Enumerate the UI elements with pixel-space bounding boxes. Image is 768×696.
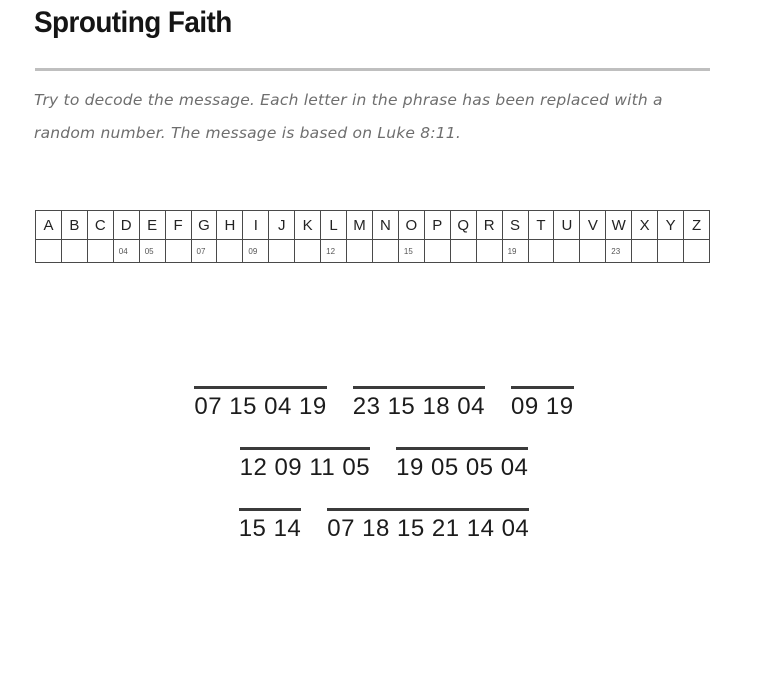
cipher-letter-cell-z: Z	[683, 210, 710, 240]
cipher-letter-cell-b: B	[60, 210, 88, 240]
cipher-letter-cell-g: G	[190, 210, 218, 240]
cipher-number-row: 04 05 07 09 12 15 19 23	[35, 239, 710, 263]
cipher-number-cell-l[interactable]: 12	[320, 239, 348, 263]
cipher-letter-cell-o: O	[397, 210, 425, 240]
puzzle-word-group: 07 15 04 19	[194, 386, 327, 423]
cipher-letter-cell-f: F	[164, 210, 192, 240]
cipher-number-cell-t[interactable]	[527, 239, 555, 263]
cipher-letter-cell-w: W	[605, 210, 633, 240]
cipher-number-cell-m[interactable]	[346, 239, 373, 263]
cipher-letter-cell-u: U	[553, 210, 581, 240]
cipher-letter-cell-d: D	[112, 210, 140, 240]
cipher-number-cell-h[interactable]	[216, 239, 244, 263]
cipher-number-cell-a[interactable]	[35, 239, 62, 263]
cipher-letter-cell-s: S	[501, 210, 529, 240]
cipher-number-cell-n[interactable]	[371, 239, 399, 263]
puzzle-word-group: 23 15 18 04	[352, 386, 486, 423]
cipher-letter-cell-q: Q	[449, 210, 477, 240]
cipher-letter-cell-m: M	[346, 210, 373, 240]
cipher-letter-cell-a: A	[35, 210, 62, 240]
cipher-number-cell-s[interactable]: 19	[501, 239, 529, 263]
instructions-text: Try to decode the message. Each letter i…	[34, 91, 663, 142]
page-title: Sprouting Faith	[34, 6, 232, 39]
cipher-letter-cell-x: X	[631, 210, 659, 240]
cipher-letter-cell-e: E	[138, 210, 166, 240]
cipher-key-table: ABCDEFGHIJKLMNOPQRSTUVWXYZ 04 05 07 09 12 15 1…	[35, 210, 710, 263]
cipher-letter-row: ABCDEFGHIJKLMNOPQRSTUVWXYZ	[35, 210, 710, 240]
worksheet-page: Sprouting Faith Try to decode the messag…	[0, 0, 768, 696]
puzzle-line: 07 15 04 19 23 15 18 04 09 19	[0, 386, 768, 423]
cipher-number-cell-z[interactable]	[683, 239, 710, 263]
cipher-number-cell-y[interactable]	[657, 239, 685, 263]
cipher-letter-cell-c: C	[86, 210, 114, 240]
puzzle-word-group: 15 14	[238, 508, 302, 545]
puzzle-word-group: 12 09 11 05	[239, 447, 371, 484]
cipher-number-cell-d[interactable]: 04	[112, 239, 140, 263]
cipher-number-cell-v[interactable]	[579, 239, 607, 263]
cipher-letter-cell-n: N	[371, 210, 399, 240]
puzzle-word-group: 09 19	[511, 386, 574, 423]
cipher-number-cell-i[interactable]: 09	[242, 239, 270, 263]
puzzle-word-group: 19 05 05 04	[396, 447, 529, 484]
cipher-number-cell-f[interactable]	[164, 239, 192, 263]
puzzle-line: 12 09 11 05 19 05 05 04	[0, 447, 768, 484]
cipher-number-cell-w[interactable]: 23	[605, 239, 633, 263]
cipher-number-cell-e[interactable]: 05	[138, 239, 166, 263]
cipher-letter-cell-l: L	[320, 210, 348, 240]
cipher-number-cell-x[interactable]	[631, 239, 659, 263]
puzzle-line: 15 14 07 18 15 21 14 04	[0, 508, 768, 545]
cipher-letter-cell-r: R	[475, 210, 503, 240]
cipher-letter-cell-t: T	[527, 210, 555, 240]
cipher-number-cell-c[interactable]	[86, 239, 114, 263]
cipher-letter-cell-i: I	[242, 210, 270, 240]
puzzle-lines: 07 15 04 19 23 15 18 04 09 19 12 09 11 05 19…	[0, 386, 768, 569]
cipher-letter-cell-y: Y	[657, 210, 685, 240]
cipher-letter-cell-h: H	[216, 210, 244, 240]
cipher-number-cell-g[interactable]: 07	[190, 239, 218, 263]
cipher-letter-cell-p: P	[423, 210, 451, 240]
cipher-number-cell-b[interactable]	[60, 239, 88, 263]
puzzle-word-group: 07 18 15 21 14 04	[327, 508, 530, 545]
cipher-number-cell-j[interactable]	[268, 239, 296, 263]
header-divider	[35, 68, 710, 71]
cipher-number-cell-o[interactable]: 15	[397, 239, 425, 263]
cipher-number-cell-r[interactable]	[475, 239, 503, 263]
cipher-number-cell-q[interactable]	[449, 239, 477, 263]
cipher-number-cell-u[interactable]	[553, 239, 581, 263]
cipher-letter-cell-j: J	[268, 210, 296, 240]
cipher-number-cell-p[interactable]	[423, 239, 451, 263]
cipher-number-cell-k[interactable]	[294, 239, 322, 263]
cipher-letter-cell-k: K	[294, 210, 322, 240]
cipher-letter-cell-v: V	[579, 210, 607, 240]
